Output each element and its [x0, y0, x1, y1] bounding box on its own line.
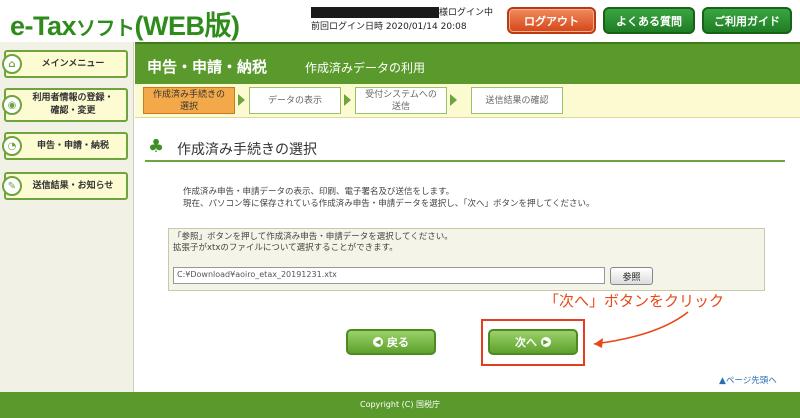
page-title: 申告・申請・納税	[147, 58, 268, 76]
browse-button[interactable]: 参照	[610, 267, 653, 285]
notice-icon: ✎	[2, 176, 22, 196]
file-path-input[interactable]: C:¥Download¥aoiro_etax_20191231.xtx	[173, 267, 605, 284]
file-select-panel: 「参照」ボタンを押して作成済み申告・申請データを選択してください。 拡張子がxt…	[168, 228, 765, 291]
sidebar-item-main-menu[interactable]: ⌂ メインメニュー	[2, 50, 128, 78]
file-help-line: 「参照」ボタンを押して作成済み申告・申請データを選択してください。	[173, 232, 453, 242]
etax-logo: e-Taxソフト(WEB版)	[10, 4, 240, 43]
sidebar-item-label: 送信結果・お知らせ	[32, 180, 114, 191]
file-help: 「参照」ボタンを押して作成済み申告・申請データを選択してください。 拡張子がxt…	[173, 232, 453, 254]
up-arrow-icon: ▲	[719, 376, 726, 386]
next-arrow-icon: ▶	[541, 337, 551, 347]
sidebar-item-label: メインメニュー	[41, 58, 105, 69]
page-top-label: ページ先頭へ	[725, 376, 777, 386]
last-login-label: 前回ログイン日時	[311, 22, 384, 32]
sidebar-item-label: 利用者情報の登録・ 確認・変更	[32, 93, 114, 116]
clover-icon: ♣	[148, 136, 165, 157]
back-arrow-icon: ◀	[373, 337, 383, 347]
next-label: 次へ	[515, 336, 537, 349]
header: e-Taxソフト(WEB版) 様ログイン中 前回ログイン日時 2020/01/1…	[0, 0, 800, 42]
file-help-line: 拡張子がxtxのファイルについて選択することができます。	[173, 243, 398, 253]
login-info: 様ログイン中 前回ログイン日時 2020/01/14 20:08	[311, 6, 499, 36]
sidebar-item-filing[interactable]: ◔ 申告・申請・納税	[2, 132, 128, 160]
step-arrow-icon	[450, 94, 457, 106]
annotation-arrow-icon	[593, 311, 689, 348]
page-title-bar: 申告・申請・納税 作成済みデータの利用	[135, 42, 800, 84]
logo-main: e-Tax	[10, 11, 77, 41]
faq-button[interactable]: よくある質問	[603, 7, 695, 34]
instructions: 作成済み申告・申請データの表示、印刷、電子署名及び送信をします。 現在、パソコン…	[183, 186, 595, 210]
login-status: 様ログイン中	[439, 8, 494, 18]
logout-button[interactable]: ログアウト	[507, 7, 596, 34]
home-icon: ⌂	[2, 54, 22, 74]
footer: Copyright (C) 国税庁	[0, 392, 800, 418]
sidebar: ⌂ メインメニュー ◉ 利用者情報の登録・ 確認・変更 ◔ 申告・申請・納税 ✎…	[0, 42, 134, 392]
masked-username	[311, 7, 439, 18]
logo-suffix: (WEB版)	[134, 11, 240, 41]
step-result: 送信結果の確認	[471, 87, 563, 114]
sidebar-item-label: 申告・申請・納税	[36, 140, 109, 151]
sidebar-item-results[interactable]: ✎ 送信結果・お知らせ	[2, 172, 128, 200]
step-display: データの表示	[249, 87, 341, 114]
last-login-time: 2020/01/14 20:08	[385, 22, 467, 32]
step-select: 作成済み手続きの 選択	[143, 87, 235, 114]
user-info-icon: ◉	[2, 95, 22, 115]
form-icon: ◔	[2, 136, 22, 156]
copyright: Copyright (C) 国税庁	[359, 400, 440, 409]
section-header: ♣ 作成済み手続きの選択	[145, 134, 785, 162]
step-arrow-icon	[344, 94, 351, 106]
sidebar-item-user-info[interactable]: ◉ 利用者情報の登録・ 確認・変更	[2, 88, 128, 122]
page-top-link[interactable]: ▲ページ先頭へ	[719, 374, 777, 386]
page-subtitle: 作成済みデータの利用	[305, 61, 426, 75]
guide-button[interactable]: ご利用ガイド	[702, 7, 792, 34]
next-button[interactable]: 次へ ▶	[488, 329, 578, 355]
back-button[interactable]: ◀ 戻る	[346, 329, 436, 355]
progress-steps: 作成済み手続きの 選択 データの表示 受付システムへの 送信 送信結果の確認	[135, 84, 800, 118]
instruction-line: 現在、パソコン等に保存されている作成済み申告・申請データを選択し、「次へ」ボタン…	[183, 199, 595, 209]
step-arrow-icon	[238, 94, 245, 106]
section-title: 作成済み手続きの選択	[177, 142, 317, 158]
logo-small: ソフト	[76, 18, 135, 40]
step-send: 受付システムへの 送信	[355, 87, 447, 114]
back-label: 戻る	[387, 336, 409, 349]
instruction-line: 作成済み申告・申請データの表示、印刷、電子署名及び送信をします。	[183, 187, 455, 197]
